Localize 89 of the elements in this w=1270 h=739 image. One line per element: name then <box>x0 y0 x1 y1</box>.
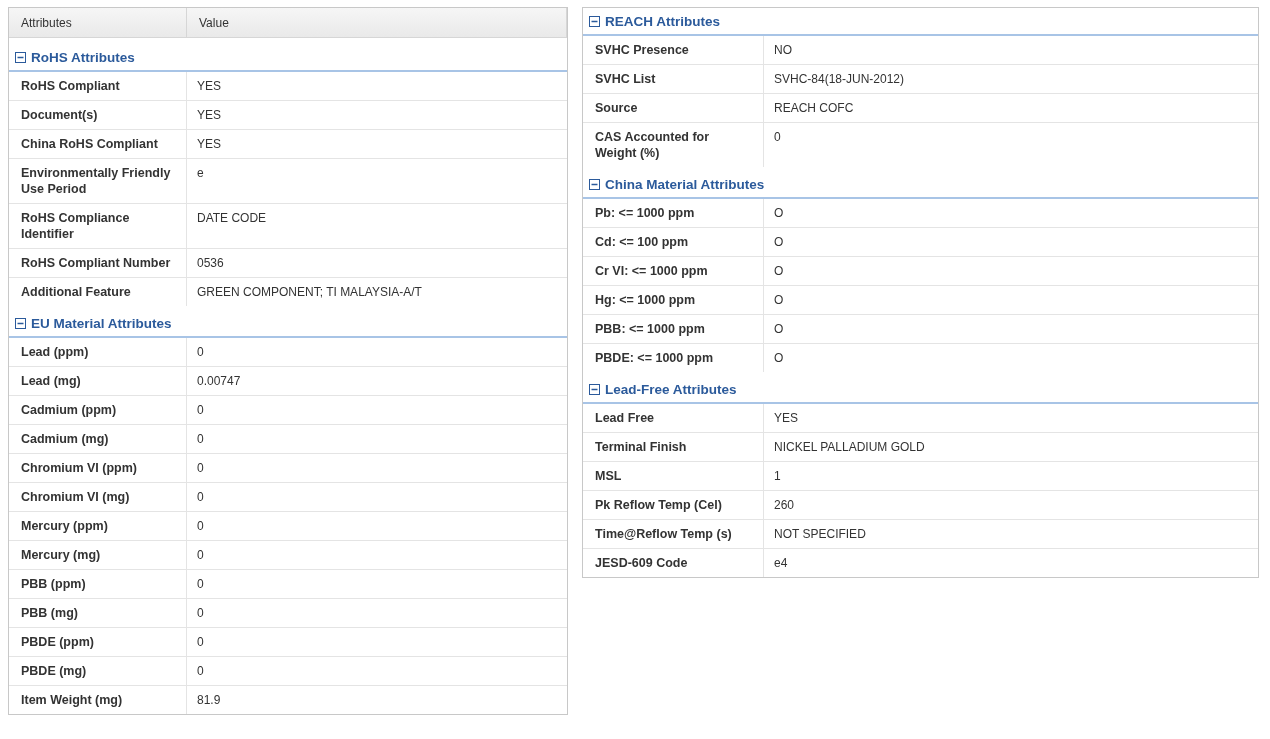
attribute-label: Cadmium (mg) <box>9 425 187 453</box>
attribute-value: 0 <box>196 663 205 680</box>
attribute-value: 81.9 <box>196 692 222 709</box>
attribute-label: Cd: <= 100 ppm <box>583 228 764 256</box>
attribute-value: e <box>196 165 205 182</box>
attribute-label: SVHC Presence <box>583 36 764 64</box>
attribute-label: Environmentally Friendly Use Period <box>9 159 187 203</box>
attribute-value: NO <box>773 42 793 59</box>
section-header[interactable]: Lead-Free Attributes <box>583 372 1258 404</box>
collapse-icon[interactable] <box>589 179 600 190</box>
attribute-value: 0 <box>196 547 205 564</box>
attribute-value: e4 <box>773 555 789 572</box>
attribute-value: 0 <box>196 634 205 651</box>
column-header[interactable]: Attributes <box>9 8 187 37</box>
attribute-label: RoHS Compliance Identifier <box>9 204 187 248</box>
attribute-value: 0 <box>196 518 205 535</box>
section-header[interactable]: EU Material Attributes <box>9 306 567 338</box>
attribute-label: Terminal Finish <box>583 433 764 461</box>
attribute-value: O <box>773 350 785 367</box>
attribute-value: O <box>773 321 785 338</box>
attribute-label: MSL <box>583 462 764 490</box>
attribute-label: Cadmium (ppm) <box>9 396 187 424</box>
attribute-label: Document(s) <box>9 101 187 129</box>
attribute-label: Mercury (ppm) <box>9 512 187 540</box>
collapse-icon[interactable] <box>15 318 26 329</box>
section-title: Lead-Free Attributes <box>605 382 737 397</box>
attribute-value: 0.00747 <box>196 373 242 390</box>
attribute-value: 0 <box>196 344 205 361</box>
attribute-label: Mercury (mg) <box>9 541 187 569</box>
section-header[interactable]: RoHS Attributes <box>9 38 567 72</box>
attribute-value: YES <box>773 410 799 427</box>
attribute-label: SVHC List <box>583 65 764 93</box>
attribute-value: 0 <box>196 460 205 477</box>
attribute-value: 260 <box>773 497 796 514</box>
attribute-value: NICKEL PALLADIUM GOLD <box>773 439 926 456</box>
attribute-label: PBB (mg) <box>9 599 187 627</box>
attribute-label: PBDE (ppm) <box>9 628 187 656</box>
attribute-value: O <box>773 263 785 280</box>
attribute-value: 0 <box>196 402 205 419</box>
attribute-value: YES <box>196 136 222 153</box>
attribute-label: JESD-609 Code <box>583 549 764 577</box>
attribute-value: YES <box>196 78 222 95</box>
attribute-value: SVHC-84(18-JUN-2012) <box>773 71 906 88</box>
attribute-label: Source <box>583 94 764 122</box>
attribute-label: Time@Reflow Temp (s) <box>583 520 764 548</box>
collapse-icon[interactable] <box>15 52 26 63</box>
attribute-label: Lead (mg) <box>9 367 187 395</box>
attribute-label: CAS Accounted for Weight (%) <box>583 123 764 167</box>
attribute-value: 0 <box>196 576 205 593</box>
attribute-label: Lead (ppm) <box>9 338 187 366</box>
attribute-value: GREEN COMPONENT; TI MALAYSIA-A/T <box>196 284 423 301</box>
attribute-value: YES <box>196 107 222 124</box>
attribute-label: RoHS Compliant Number <box>9 249 187 277</box>
attribute-label: Pk Reflow Temp (Cel) <box>583 491 764 519</box>
attribute-value: REACH COFC <box>773 100 855 117</box>
attribute-value: O <box>773 205 785 222</box>
attribute-value: 1 <box>773 468 782 485</box>
attribute-label: Pb: <= 1000 ppm <box>583 199 764 227</box>
attribute-label: Chromium VI (mg) <box>9 483 187 511</box>
attribute-label: PBB: <= 1000 ppm <box>583 315 764 343</box>
collapse-icon[interactable] <box>589 384 600 395</box>
attribute-value: O <box>773 234 785 251</box>
section-title: China Material Attributes <box>605 177 765 192</box>
attribute-value: 0 <box>196 489 205 506</box>
section-title: REACH Attributes <box>605 14 720 29</box>
attribute-value: 0 <box>196 605 205 622</box>
section-header[interactable]: China Material Attributes <box>583 167 1258 199</box>
attribute-label: PBB (ppm) <box>9 570 187 598</box>
attribute-label: PBDE (mg) <box>9 657 187 685</box>
attribute-label: China RoHS Compliant <box>9 130 187 158</box>
attribute-value: 0 <box>773 129 782 146</box>
column-header[interactable]: Value <box>187 8 567 37</box>
attribute-value: DATE CODE <box>196 210 268 227</box>
attribute-value: O <box>773 292 785 309</box>
attribute-label: RoHS Compliant <box>9 72 187 100</box>
attribute-label: PBDE: <= 1000 ppm <box>583 344 764 372</box>
attribute-label: Hg: <= 1000 ppm <box>583 286 764 314</box>
attribute-label: Chromium VI (ppm) <box>9 454 187 482</box>
attribute-label: Item Weight (mg) <box>9 686 187 714</box>
attribute-label: Additional Feature <box>9 278 187 306</box>
section-title: EU Material Attributes <box>31 316 172 331</box>
section-title: RoHS Attributes <box>31 50 135 65</box>
attribute-value: NOT SPECIFIED <box>773 526 867 543</box>
section-header[interactable]: REACH Attributes <box>583 8 1258 36</box>
attribute-value: 0 <box>196 431 205 448</box>
attribute-value: 0536 <box>196 255 225 272</box>
attribute-label: Cr VI: <= 1000 ppm <box>583 257 764 285</box>
attribute-label: Lead Free <box>583 404 764 432</box>
collapse-icon[interactable] <box>589 16 600 27</box>
